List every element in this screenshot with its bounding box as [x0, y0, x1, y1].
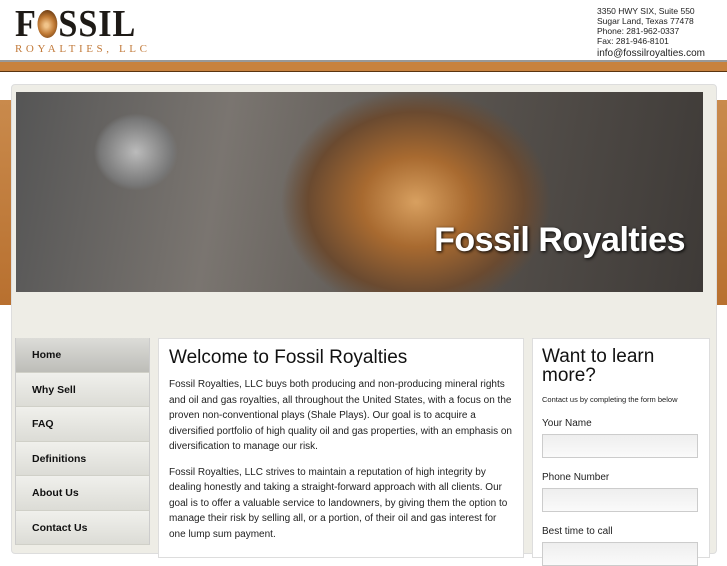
- address-line-2: Sugar Land, Texas 77478: [597, 16, 694, 26]
- fax: Fax: 281-946-8101: [597, 36, 669, 46]
- logo[interactable]: F SSIL ROYALTIES, LLC: [15, 3, 151, 55]
- nav-why-sell[interactable]: Why Sell: [15, 372, 150, 407]
- nav-contact-us[interactable]: Contact Us: [15, 510, 150, 545]
- main-content: Welcome to Fossil Royalties Fossil Royal…: [158, 338, 524, 558]
- orange-band: [0, 62, 727, 72]
- phone: Phone: 281-962-0337: [597, 26, 680, 36]
- nav-faq[interactable]: FAQ: [15, 407, 150, 442]
- best-time-input[interactable]: [542, 542, 698, 566]
- time-label: Best time to call: [542, 526, 613, 537]
- name-input[interactable]: [542, 434, 698, 458]
- page-title: Welcome to Fossil Royalties: [169, 347, 408, 368]
- intro-paragraph: Fossil Royalties, LLC buys both producin…: [169, 379, 512, 452]
- phone-input[interactable]: [542, 488, 698, 512]
- ammonite-icon: [37, 10, 58, 38]
- nav-home[interactable]: Home: [15, 338, 150, 373]
- integrity-paragraph: Fossil Royalties, LLC strives to maintai…: [169, 466, 508, 540]
- address-line-1: 3350 HWY SIX, Suite 550: [597, 6, 695, 16]
- banner-title: Fossil Royalties: [434, 221, 685, 259]
- header: F SSIL ROYALTIES, LLC 3350 HWY SIX, Suite…: [0, 0, 727, 60]
- nav-definitions[interactable]: Definitions: [15, 441, 150, 476]
- form-title: Want to learn more?: [542, 346, 655, 386]
- hero-banner: Fossil Royalties: [16, 92, 703, 292]
- form-subtitle: Contact us by completing the form below: [542, 395, 678, 404]
- contact-info: 3350 HWY SIX, Suite 550 Sugar Land, Texa…: [597, 6, 705, 59]
- name-label: Your Name: [542, 418, 592, 429]
- logo-wordmark: F SSIL: [15, 3, 137, 45]
- nav-about-us[interactable]: About Us: [15, 476, 150, 511]
- phone-label: Phone Number: [542, 472, 610, 483]
- sidebar-nav: Home Why Sell FAQ Definitions About Us C…: [15, 338, 150, 545]
- email-link[interactable]: info@fossilroyalties.com: [597, 49, 705, 59]
- contact-form-panel: Want to learn more? Contact us by comple…: [532, 338, 710, 566]
